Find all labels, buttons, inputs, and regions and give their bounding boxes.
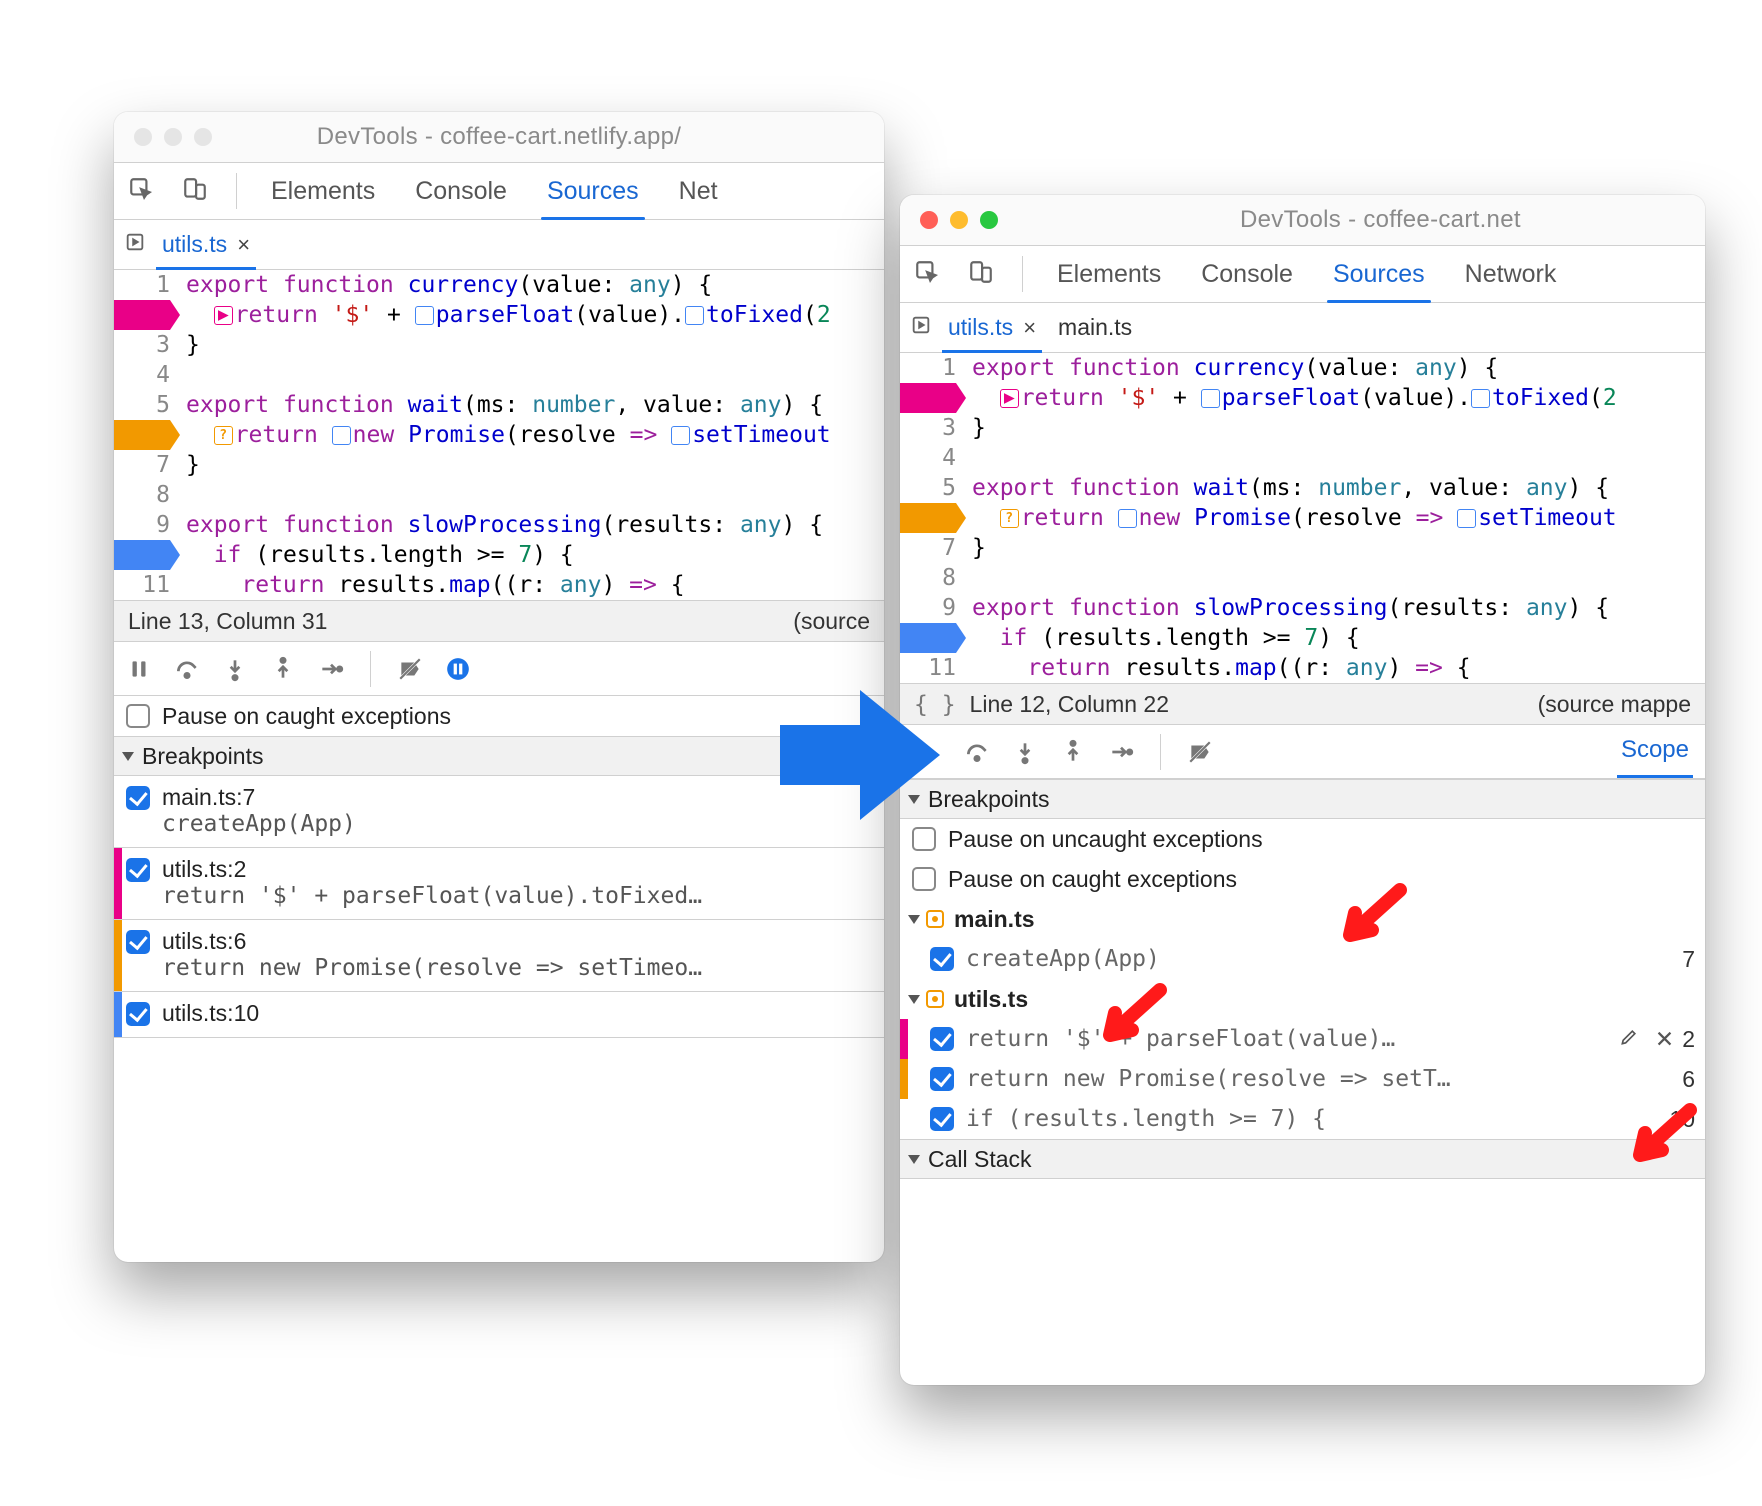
step-into-icon[interactable]	[222, 656, 248, 682]
step-over-icon[interactable]	[964, 739, 990, 765]
close-icon[interactable]: ×	[1023, 315, 1036, 341]
traffic-min[interactable]	[164, 128, 182, 146]
step-out-icon[interactable]	[1060, 739, 1086, 765]
editor-status: Line 13, Column 31 (source	[114, 600, 884, 642]
titlebar: DevTools - coffee-cart.net	[900, 195, 1705, 245]
breakpoint-group-header[interactable]: utils.ts	[900, 979, 1705, 1019]
navigator-icon[interactable]	[910, 314, 932, 341]
file-tabs: utils.ts × main.ts	[900, 303, 1705, 353]
pause-caught-row: Pause on caught exceptions	[114, 696, 884, 736]
traffic-max[interactable]	[980, 211, 998, 229]
checkbox[interactable]	[126, 1002, 150, 1026]
debug-toolbar: Scope	[900, 725, 1705, 779]
highlight-arrow-icon	[1090, 980, 1170, 1060]
checkbox[interactable]	[930, 1107, 954, 1131]
file-tab-utils[interactable]: utils.ts ×	[942, 303, 1042, 352]
breakpoint-group-header[interactable]: main.ts	[900, 899, 1705, 939]
breakpoint-item[interactable]: main.ts:7createApp(App)	[114, 776, 884, 848]
checkbox[interactable]	[126, 786, 150, 810]
breakpoint-item[interactable]: if (results.length >= 7) {10	[900, 1099, 1705, 1139]
file-tabs: utils.ts ×	[114, 220, 884, 270]
highlight-arrow-icon	[1330, 880, 1410, 960]
window-title: DevTools - coffee-cart.net	[900, 206, 1705, 234]
traffic-lights	[134, 128, 212, 146]
scope-tab[interactable]: Scope	[1617, 725, 1693, 778]
source-map-hint: (source mappe	[1538, 691, 1691, 718]
checkbox[interactable]	[912, 867, 936, 891]
window-title: DevTools - coffee-cart.netlify.app/	[114, 123, 884, 151]
traffic-max[interactable]	[194, 128, 212, 146]
checkbox[interactable]	[930, 947, 954, 971]
panel-tabs: Elements Console Sources Net	[114, 162, 884, 220]
breakpoints-header[interactable]: Breakpoints	[900, 779, 1705, 819]
code-editor[interactable]: 1export function currency(value: any) {2…	[114, 270, 884, 600]
chevron-down-icon	[908, 1155, 920, 1164]
traffic-lights	[920, 211, 998, 229]
traffic-close[interactable]	[920, 211, 938, 229]
cursor-position: Line 13, Column 31	[128, 608, 327, 635]
arrow-transition-icon	[770, 680, 950, 830]
deactivate-breakpoints-icon[interactable]	[1187, 739, 1213, 765]
tab-console[interactable]: Console	[409, 163, 513, 219]
devtools-window-after: DevTools - coffee-cart.net Elements Cons…	[900, 195, 1705, 1385]
breakpoint-item[interactable]: return new Promise(resolve => setT…6	[900, 1059, 1705, 1099]
devtools-window-before: DevTools - coffee-cart.netlify.app/ Elem…	[114, 112, 884, 1262]
tab-sources[interactable]: Sources	[541, 163, 645, 219]
checkbox[interactable]	[912, 827, 936, 851]
pause-icon[interactable]	[126, 656, 152, 682]
checkbox[interactable]	[126, 858, 150, 882]
pause-uncaught-row: Pause on uncaught exceptions	[900, 819, 1705, 859]
debug-toolbar	[114, 642, 884, 696]
tab-network[interactable]: Net	[673, 163, 724, 219]
editor-status: { }Line 12, Column 22 (source mappe	[900, 683, 1705, 725]
chevron-down-icon	[122, 752, 134, 761]
checkbox[interactable]	[930, 1027, 954, 1051]
tab-network[interactable]: Network	[1459, 246, 1563, 302]
callstack-header[interactable]: Call Stack	[900, 1139, 1705, 1179]
checkbox[interactable]	[126, 930, 150, 954]
device-icon[interactable]	[182, 176, 208, 207]
panel-tabs: Elements Console Sources Network	[900, 245, 1705, 303]
cursor-position: Line 12, Column 22	[970, 691, 1169, 717]
source-map-hint: (source	[793, 608, 870, 635]
tab-console[interactable]: Console	[1195, 246, 1299, 302]
checkbox[interactable]	[930, 1067, 954, 1091]
inspect-icon[interactable]	[914, 259, 940, 290]
delete-icon[interactable]: ✕	[1655, 1026, 1674, 1053]
tab-elements[interactable]: Elements	[265, 163, 381, 219]
breakpoint-item[interactable]: utils.ts:2return '$' + parseFloat(value)…	[114, 848, 884, 920]
breakpoint-item[interactable]: utils.ts:10	[114, 992, 884, 1038]
close-icon[interactable]: ×	[237, 232, 250, 258]
breakpoint-item[interactable]: createApp(App)7	[900, 939, 1705, 979]
step-out-icon[interactable]	[270, 656, 296, 682]
breakpoints-header[interactable]: Breakpoints	[114, 736, 884, 776]
deactivate-breakpoints-icon[interactable]	[397, 656, 423, 682]
inspect-icon[interactable]	[128, 176, 154, 207]
step-icon[interactable]	[318, 656, 344, 682]
edit-icon[interactable]	[1619, 1026, 1639, 1053]
device-icon[interactable]	[968, 259, 994, 290]
pause-caught-row: Pause on caught exceptions	[900, 859, 1705, 899]
breakpoint-item[interactable]: utils.ts:6return new Promise(resolve => …	[114, 920, 884, 992]
file-tab-utils[interactable]: utils.ts ×	[156, 220, 256, 269]
traffic-min[interactable]	[950, 211, 968, 229]
pause-exceptions-icon[interactable]	[445, 656, 471, 682]
tab-elements[interactable]: Elements	[1051, 246, 1167, 302]
step-icon[interactable]	[1108, 739, 1134, 765]
navigator-icon[interactable]	[124, 231, 146, 258]
step-over-icon[interactable]	[174, 656, 200, 682]
file-tab-main[interactable]: main.ts	[1052, 303, 1138, 352]
breakpoint-item[interactable]: return '$' + parseFloat(value)…✕2	[900, 1019, 1705, 1059]
pause-caught-checkbox[interactable]	[126, 704, 150, 728]
titlebar: DevTools - coffee-cart.netlify.app/	[114, 112, 884, 162]
traffic-close[interactable]	[134, 128, 152, 146]
tab-sources[interactable]: Sources	[1327, 246, 1431, 302]
code-editor[interactable]: 1export function currency(value: any) {2…	[900, 353, 1705, 683]
highlight-arrow-icon	[1620, 1100, 1700, 1180]
step-into-icon[interactable]	[1012, 739, 1038, 765]
